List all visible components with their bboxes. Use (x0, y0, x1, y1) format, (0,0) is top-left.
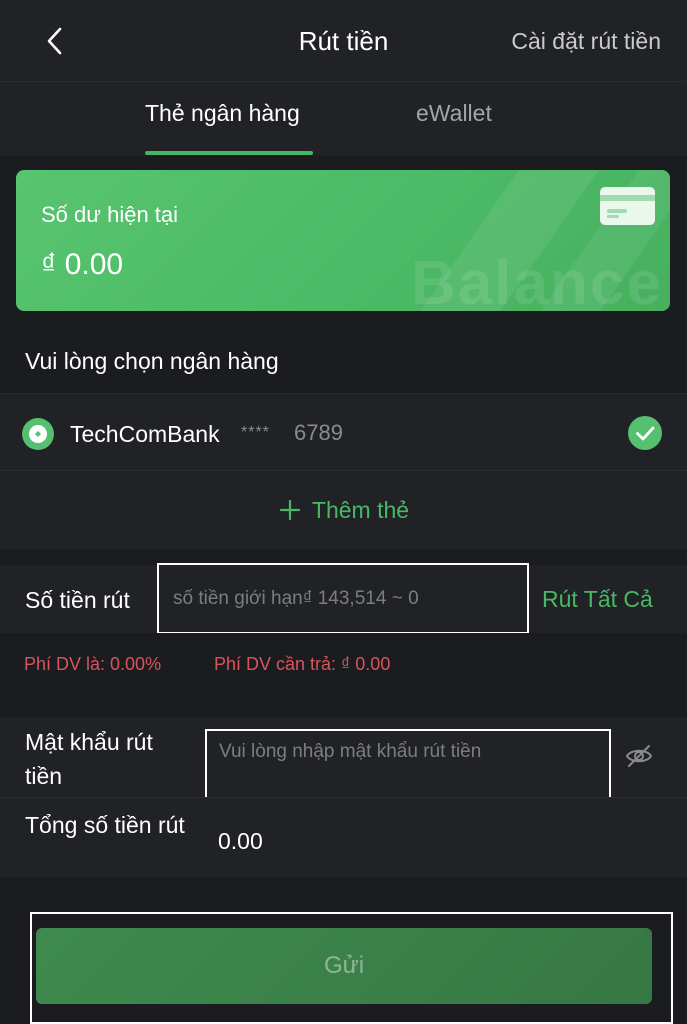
service-fee-due: Phí DV cần trả: ₫ 0.00 (214, 654, 391, 674)
active-tab-indicator (145, 151, 313, 155)
balance-value: ₫ 0.00 (41, 248, 124, 281)
balance-card: Balance Số dư hiện tại ₫ 0.00 (16, 170, 670, 311)
check-icon (628, 416, 662, 450)
password-label: Mật khẩu rút tiền (25, 729, 153, 789)
bank-logo-icon (22, 418, 54, 450)
bank-account-last-digits: 6789 (294, 420, 343, 445)
withdraw-password-input[interactable] (205, 729, 611, 803)
add-card-content: Thêm thẻ (278, 497, 409, 524)
balance-label: Số dư hiện tại (41, 202, 179, 227)
total-value: 0.00 (218, 828, 263, 854)
bank-account-mask: **** (241, 424, 270, 441)
choose-bank-label: Vui lòng chọn ngân hàng (25, 348, 279, 374)
amount-input[interactable] (157, 563, 529, 634)
withdraw-all-button[interactable]: Rút Tất Cả (542, 586, 653, 613)
add-card-label: Thêm thẻ (311, 496, 410, 523)
tab-bank-card[interactable]: Thẻ ngân hàng (145, 100, 313, 156)
add-card-button[interactable]: Thêm thẻ (0, 471, 687, 549)
fee-info: Phí DV là: 0.00% Phí DV cần trả: ₫ 0.00 (0, 633, 687, 699)
withdraw-settings-link[interactable]: Cài đặt rút tiền (511, 28, 661, 55)
back-icon[interactable] (38, 24, 72, 58)
header-bar: Rút tiền Cài đặt rút tiền (0, 0, 687, 82)
amount-label: Số tiền rút (25, 587, 130, 613)
tab-bar: Thẻ ngân hàng eWallet (0, 82, 687, 156)
card-icon (599, 186, 656, 226)
total-label: Tổng số tiền rút (25, 812, 185, 838)
tab-ewallet[interactable]: eWallet (416, 100, 492, 156)
balance-watermark: Balance (411, 249, 663, 311)
bank-name: TechComBank (70, 421, 220, 447)
service-fee-rate: Phí DV là: 0.00% (24, 654, 162, 674)
submit-button[interactable]: Gửi (36, 928, 652, 1004)
eye-off-icon[interactable] (624, 741, 654, 771)
password-row: Mật khẩu rút tiền (0, 717, 687, 803)
plus-icon (278, 498, 302, 522)
bank-account-item[interactable]: TechComBank **** 6789 (0, 393, 687, 471)
amount-row: Số tiền rút Rút Tất Cả (0, 563, 687, 634)
total-row: Tổng số tiền rút 0.00 (0, 797, 687, 877)
